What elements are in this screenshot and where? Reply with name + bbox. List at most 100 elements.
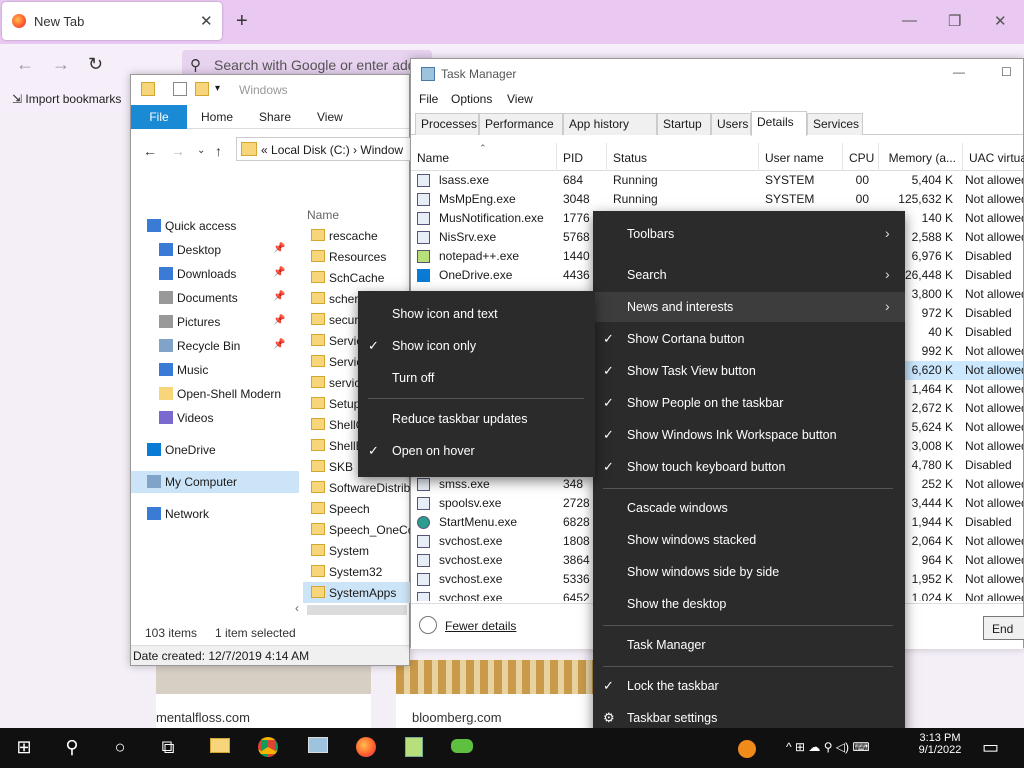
menu-item-search[interactable]: Search › <box>593 260 905 290</box>
column-header-4[interactable]: CPU <box>843 143 879 171</box>
folder-item[interactable]: rescache <box>303 225 413 246</box>
windows-start-icon[interactable]: ⊞ <box>0 728 48 768</box>
nav-item-pictures[interactable]: Pictures 📌 <box>131 311 299 333</box>
new-tab-button[interactable]: + <box>236 10 248 33</box>
menu-item-show-windows-ink-workspace-button[interactable]: ✓ Show Windows Ink Workspace button <box>593 420 905 450</box>
system-tray[interactable]: ^ ⊞ ☁ ⚲ ◁) ⌨ <box>786 740 870 754</box>
minimize-icon[interactable]: — <box>953 65 965 79</box>
table-row[interactable]: MsMpEng.exe 3048 Running SYSTEM 00 125,632 K N… <box>411 190 1023 209</box>
submenu-item-reduce-taskbar-updates[interactable]: Reduce taskbar updates <box>358 404 595 434</box>
minimize-icon[interactable]: — <box>902 12 917 29</box>
close-window-icon[interactable]: ✕ <box>994 12 1007 30</box>
top-site-tile[interactable]: bloomberg.com <box>396 660 611 730</box>
folder-item[interactable]: Resources <box>303 246 413 267</box>
menu-item-news-and-interests[interactable]: News and interests › <box>593 292 905 322</box>
nav-item-downloads[interactable]: Downloads 📌 <box>131 263 299 285</box>
task-manager-icon[interactable] <box>294 728 342 768</box>
menu-item-show-people-on-the-taskbar[interactable]: ✓ Show People on the taskbar <box>593 388 905 418</box>
tab-users[interactable]: Users <box>711 113 751 135</box>
folder-item[interactable]: Speech <box>303 498 413 519</box>
chrome-icon[interactable] <box>244 728 292 768</box>
end-task-button[interactable]: End <box>983 616 1024 640</box>
column-header-3[interactable]: User name <box>759 143 843 171</box>
tab-app-history[interactable]: App history <box>563 113 657 135</box>
clock[interactable]: 3:13 PM 9/1/2022 <box>910 732 970 764</box>
menu-view[interactable]: View <box>507 92 533 106</box>
search-icon[interactable]: ⚲ <box>48 728 96 768</box>
notepadpp-icon[interactable] <box>390 728 438 768</box>
back-icon[interactable]: ← <box>16 54 34 75</box>
menu-item-task-manager[interactable]: Task Manager <box>593 630 905 660</box>
tab-processes[interactable]: Processes <box>415 113 479 135</box>
submenu-item-open-on-hover[interactable]: ✓ Open on hover <box>358 436 595 466</box>
properties-icon[interactable] <box>173 82 187 96</box>
tab-performance[interactable]: Performance <box>479 113 563 135</box>
new-folder-icon[interactable] <box>195 82 209 96</box>
column-header-5[interactable]: Memory (a... <box>879 143 963 171</box>
name-column-header[interactable]: Name <box>307 208 339 222</box>
ribbon-home-tab[interactable]: Home <box>201 110 233 124</box>
menu-item-show-windows-side-by-side[interactable]: Show windows side by side <box>593 557 905 587</box>
customize-toolbar-icon[interactable]: ▾ <box>215 83 220 94</box>
ribbon-share-tab[interactable]: Share <box>259 110 291 124</box>
nav-item-documents[interactable]: Documents 📌 <box>131 287 299 309</box>
notification-icon[interactable]: ▭ <box>982 737 999 758</box>
nav-item-videos[interactable]: Videos <box>131 407 299 429</box>
nav-item-quick-access[interactable]: Quick access <box>131 215 299 237</box>
menu-item-show-task-view-button[interactable]: ✓ Show Task View button <box>593 356 905 386</box>
tab-details[interactable]: Details <box>751 111 807 136</box>
firefox-icon[interactable] <box>342 728 390 768</box>
restore-icon[interactable]: ❐ <box>948 12 961 30</box>
close-tab-icon[interactable]: ✕ <box>200 12 213 30</box>
nav-item-open-shell-modern[interactable]: Open-Shell Modern <box>131 383 299 405</box>
nav-item-onedrive[interactable]: OneDrive <box>131 439 299 461</box>
menu-item-lock-the-taskbar[interactable]: ✓ Lock the taskbar <box>593 671 905 701</box>
ribbon-file-tab[interactable]: File <box>131 105 187 129</box>
menu-item-show-touch-keyboard-button[interactable]: ✓ Show touch keyboard button <box>593 452 905 482</box>
cortana-icon[interactable]: ○ <box>96 728 144 768</box>
news-weather-icon[interactable] <box>738 740 756 758</box>
nav-item-my-computer[interactable]: My Computer <box>131 471 299 493</box>
recent-locations-icon[interactable]: ⌄ <box>197 145 205 156</box>
file-explorer-icon[interactable] <box>196 728 244 768</box>
up-icon[interactable]: ↑ <box>215 143 222 159</box>
horizontal-scrollbar[interactable] <box>307 605 407 615</box>
menu-item-show-the-desktop[interactable]: Show the desktop <box>593 589 905 619</box>
column-header-6[interactable]: UAC virtual <box>963 143 1024 171</box>
browser-tab[interactable]: New Tab ✕ <box>2 2 222 40</box>
folder-item[interactable]: System32 <box>303 561 413 582</box>
ribbon-view-tab[interactable]: View <box>317 110 343 124</box>
column-header-1[interactable]: PID <box>557 143 607 171</box>
import-bookmarks-link[interactable]: ⇲ Import bookmarks <box>12 92 121 106</box>
top-site-tile[interactable]: mentalfloss.com <box>156 660 371 730</box>
folder-item[interactable]: SystemApps <box>303 582 413 603</box>
menu-item-toolbars[interactable]: Toolbars › <box>593 219 905 249</box>
nav-item-network[interactable]: Network <box>131 503 299 525</box>
menu-file[interactable]: File <box>419 92 438 106</box>
column-header-2[interactable]: Status <box>607 143 759 171</box>
menu-item-show-windows-stacked[interactable]: Show windows stacked <box>593 525 905 555</box>
tab-services[interactable]: Services <box>807 113 863 135</box>
nav-item-desktop[interactable]: Desktop 📌 <box>131 239 299 261</box>
folder-item[interactable]: Speech_OneCor <box>303 519 413 540</box>
reload-icon[interactable]: ↻ <box>88 54 103 75</box>
forward-icon[interactable]: → <box>171 143 185 159</box>
submenu-item-show-icon-and-text[interactable]: Show icon and text <box>358 299 595 329</box>
fewer-details-link[interactable]: Fewer details <box>445 619 516 633</box>
folder-item[interactable]: SoftwareDistribu <box>303 477 413 498</box>
collapse-icon[interactable] <box>419 616 437 634</box>
frog-app-icon[interactable] <box>438 728 486 768</box>
table-row[interactable]: lsass.exe 684 Running SYSTEM 00 5,404 K Not al… <box>411 171 1023 190</box>
menu-item-cascade-windows[interactable]: Cascade windows <box>593 493 905 523</box>
tab-startup[interactable]: Startup <box>657 113 711 135</box>
folder-item[interactable]: SchCache <box>303 267 413 288</box>
menu-item-show-cortana-button[interactable]: ✓ Show Cortana button <box>593 324 905 354</box>
nav-item-music[interactable]: Music <box>131 359 299 381</box>
forward-icon[interactable]: → <box>52 54 70 75</box>
submenu-item-show-icon-only[interactable]: ✓ Show icon only <box>358 331 595 361</box>
nav-item-recycle-bin[interactable]: Recycle Bin 📌 <box>131 335 299 357</box>
back-icon[interactable]: ← <box>143 143 157 159</box>
scroll-left-icon[interactable]: ‹ <box>295 601 299 615</box>
submenu-item-turn-off[interactable]: Turn off <box>358 363 595 393</box>
folder-item[interactable]: System <box>303 540 413 561</box>
